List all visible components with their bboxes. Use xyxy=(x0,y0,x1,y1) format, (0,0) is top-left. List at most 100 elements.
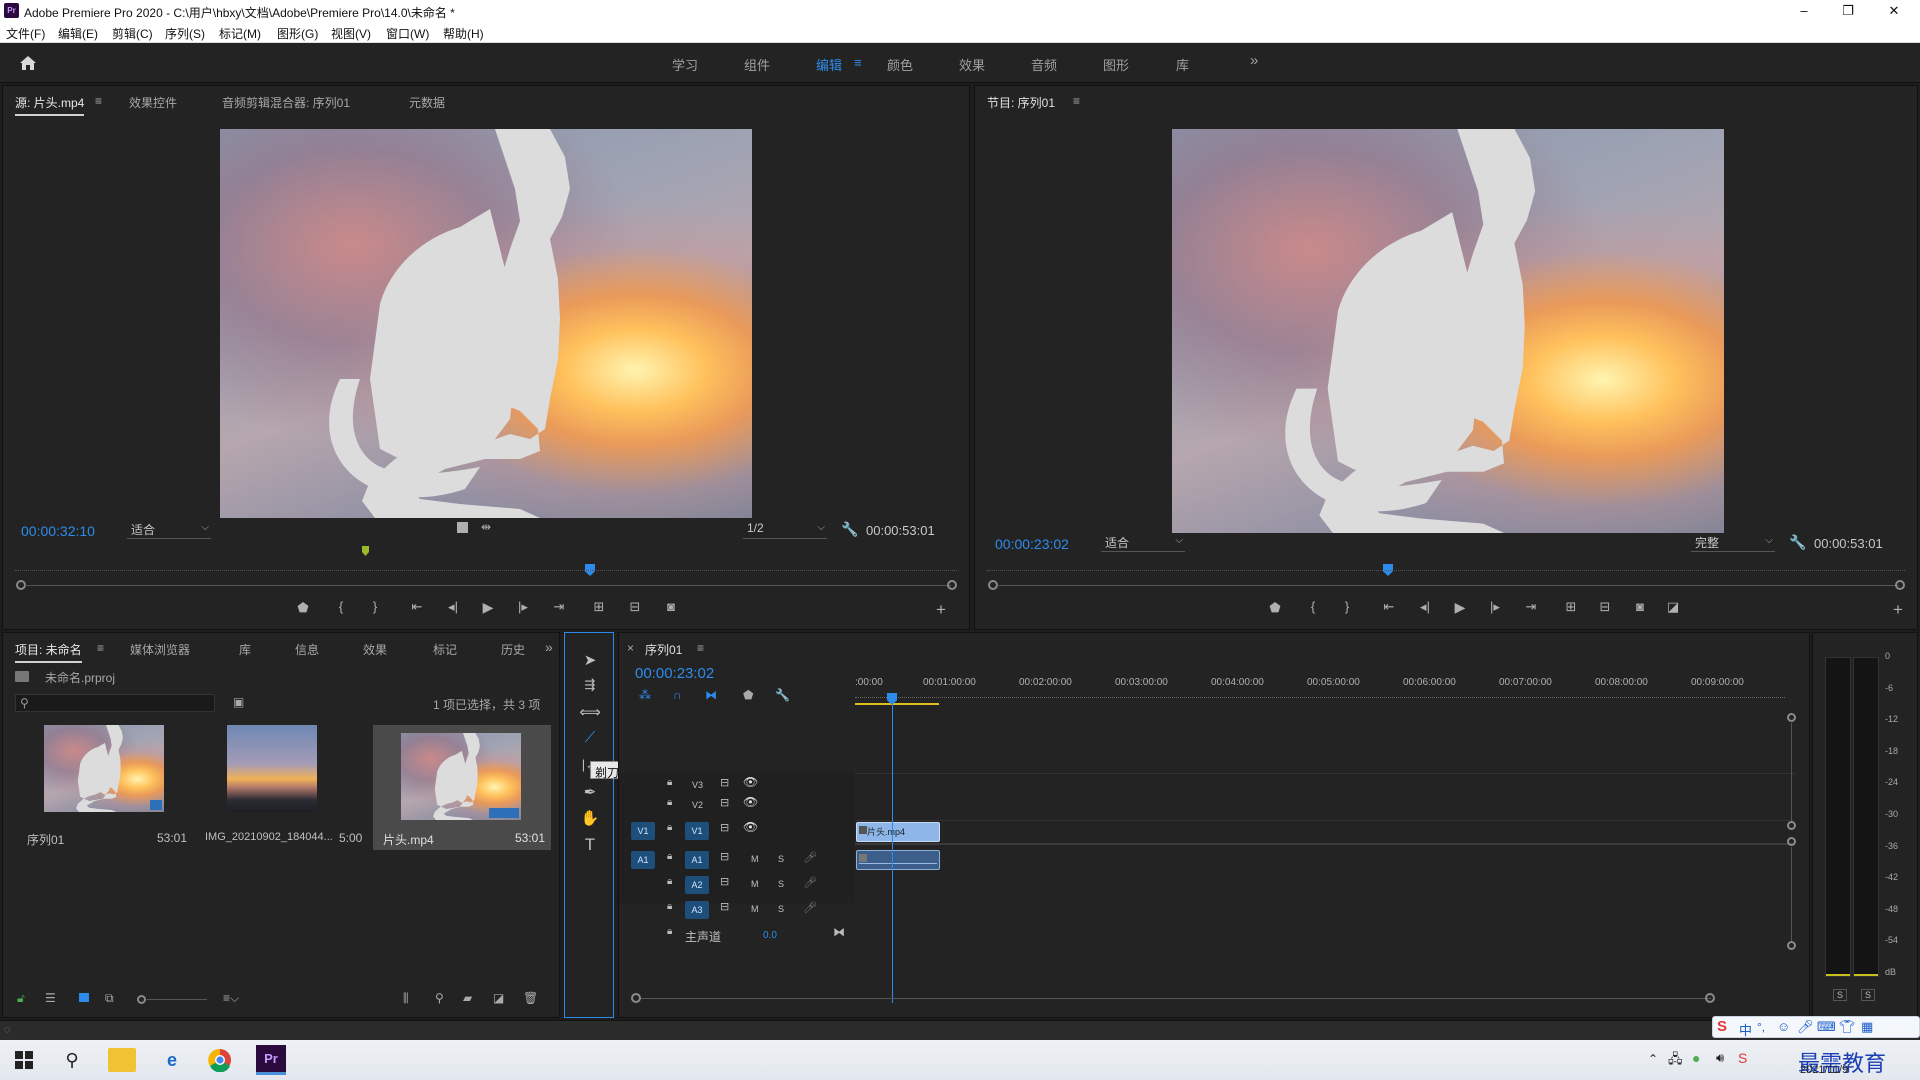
selection-tool-icon[interactable]: ➤ xyxy=(573,651,607,669)
timeline-zoom-handle-right[interactable] xyxy=(1705,993,1715,1003)
source-timecode[interactable]: 00:00:32:10 xyxy=(21,523,95,539)
search-icon[interactable]: ⚲ xyxy=(58,1046,86,1074)
lock-icon[interactable]: 🔒︎ xyxy=(667,851,672,862)
solo-left-button[interactable]: S xyxy=(1833,989,1848,1001)
workspace-audio[interactable]: 音频 xyxy=(1031,55,1057,74)
workspace-color[interactable]: 颜色 xyxy=(887,55,913,74)
source-video-frame[interactable] xyxy=(220,129,752,518)
tab-media-browser[interactable]: 媒体浏览器 xyxy=(130,641,190,658)
play-icon[interactable]: ▶ xyxy=(1450,599,1470,616)
lift-icon[interactable]: ⊞ xyxy=(1561,599,1581,615)
lock-icon[interactable]: 🔒︎ xyxy=(667,926,672,937)
tab-program-menu-icon[interactable]: ≡ xyxy=(1073,94,1080,108)
skin-icon[interactable]: 👕︎ xyxy=(1839,1019,1856,1035)
source-fit-dropdown[interactable]: 适合 ⌵ xyxy=(127,521,211,539)
drag-video-icon[interactable]: ⇹ xyxy=(481,520,491,534)
source-resolution-dropdown[interactable]: 1/2 ⌵ xyxy=(743,521,827,539)
tab-overflow-icon[interactable]: » xyxy=(545,639,553,655)
step-back-icon[interactable]: ◂| xyxy=(1415,599,1435,615)
program-zoom-bar[interactable] xyxy=(997,585,1899,586)
solo-button[interactable]: S xyxy=(778,879,784,889)
workspace-overflow-icon[interactable]: » xyxy=(1250,52,1258,69)
microphone-icon[interactable]: 🎤︎ xyxy=(803,876,817,889)
workspace-menu-icon[interactable]: ≡ xyxy=(854,55,862,70)
linked-selection-icon[interactable]: ⧓ xyxy=(705,688,717,702)
sync-lock-icon[interactable]: ⊟ xyxy=(720,796,729,809)
tab-effect-controls[interactable]: 效果控件 xyxy=(129,94,177,111)
program-zoom-handle-right[interactable] xyxy=(1895,580,1905,590)
sync-lock-icon[interactable]: ⊟ xyxy=(720,875,729,888)
tray-chevron-icon[interactable]: ⌃ xyxy=(1648,1052,1658,1066)
voice-input-icon[interactable]: 🎤︎ xyxy=(1797,1019,1814,1035)
tray-network-icon[interactable]: 🖧︎ xyxy=(1668,1050,1683,1072)
export-frame-icon[interactable]: ◙ xyxy=(1630,599,1650,614)
add-marker-icon[interactable]: ⬟ xyxy=(743,688,753,702)
solo-button[interactable]: S xyxy=(778,904,784,914)
track-target-a1[interactable]: A1 xyxy=(685,851,709,869)
audio-scroll-bar[interactable] xyxy=(1791,847,1792,941)
edge-browser-icon[interactable]: e xyxy=(158,1046,186,1074)
project-item-sequence[interactable]: 序列01 53:01 xyxy=(15,725,195,850)
project-item-clip-selected[interactable]: 片头.mp4 53:01 xyxy=(373,725,551,850)
program-fit-dropdown[interactable]: 适合 ⌵ xyxy=(1101,534,1185,552)
eye-icon[interactable]: 👁︎ xyxy=(743,820,758,834)
timeline-zoom-handle-left[interactable] xyxy=(631,993,641,1003)
menu-graphics[interactable]: 图形(G) xyxy=(277,25,318,42)
mark-out-icon[interactable]: } xyxy=(365,599,385,614)
restore-button[interactable]: ❐ xyxy=(1828,2,1868,20)
track-target-v1[interactable]: V1 xyxy=(685,822,709,840)
mark-in-icon[interactable]: { xyxy=(1303,599,1323,614)
eye-icon[interactable]: 👁︎ xyxy=(743,775,758,789)
nest-icon[interactable]: ⁂ xyxy=(639,688,651,702)
tab-history[interactable]: 历史 xyxy=(501,641,525,658)
thumbnail-size-slider-handle[interactable] xyxy=(137,995,146,1004)
microphone-icon[interactable]: 🎤︎ xyxy=(803,851,817,864)
workspace-learn[interactable]: 学习 xyxy=(672,55,698,74)
workspace-effects[interactable]: 效果 xyxy=(959,55,985,74)
play-icon[interactable]: ▶ xyxy=(478,599,498,616)
audio-scroll-handle-top[interactable] xyxy=(1787,837,1796,846)
menu-edit[interactable]: 编辑(E) xyxy=(58,25,98,42)
audio-clip[interactable] xyxy=(856,850,940,870)
lock-icon[interactable]: 🔒︎ xyxy=(667,822,672,833)
lock-icon[interactable]: 🔒︎ xyxy=(667,797,672,808)
razor-tool-icon[interactable]: ⟋ xyxy=(573,729,607,746)
go-to-out-icon[interactable]: ⇥ xyxy=(1521,599,1541,615)
workspace-graphics[interactable]: 图形 xyxy=(1103,55,1129,74)
program-time-ruler[interactable] xyxy=(987,570,1905,576)
tray-app-icon[interactable]: ● xyxy=(1692,1050,1700,1066)
video-scroll-handle-top[interactable] xyxy=(1787,713,1796,722)
add-marker-icon[interactable]: ⬟ xyxy=(1265,600,1285,616)
automate-to-sequence-icon[interactable]: ⫼ xyxy=(403,991,409,1006)
sync-lock-icon[interactable]: ⊟ xyxy=(720,776,729,789)
button-editor-plus-icon[interactable]: + xyxy=(931,600,951,620)
thumbnail-size-slider[interactable] xyxy=(147,999,207,1000)
icon-view-icon[interactable] xyxy=(79,993,89,1002)
lock-icon[interactable]: 🔒︎ xyxy=(667,901,672,912)
tab-effects[interactable]: 效果 xyxy=(363,641,387,658)
mute-button[interactable]: M xyxy=(751,854,759,864)
windows-start-icon[interactable] xyxy=(10,1046,38,1074)
tab-info[interactable]: 信息 xyxy=(295,641,319,658)
step-forward-icon[interactable]: |▸ xyxy=(513,599,533,615)
file-explorer-icon[interactable] xyxy=(108,1048,136,1072)
tab-project-menu-icon[interactable]: ≡ xyxy=(97,641,104,655)
step-back-icon[interactable]: ◂| xyxy=(443,599,463,615)
video-scroll-handle-bottom[interactable] xyxy=(1787,821,1796,830)
tab-libraries[interactable]: 库 xyxy=(239,641,251,658)
sogou-tray-icon[interactable]: S xyxy=(1738,1050,1747,1066)
go-to-out-icon[interactable]: ⇥ xyxy=(549,599,569,615)
solo-right-button[interactable]: S xyxy=(1861,989,1876,1001)
menu-file[interactable]: 文件(F) xyxy=(6,25,45,42)
source-patch-v1[interactable]: V1 xyxy=(631,822,655,840)
source-zoom-handle-right[interactable] xyxy=(947,580,957,590)
add-marker-icon[interactable]: ⬟ xyxy=(293,600,313,616)
tab-audio-clip-mixer[interactable]: 音频剪辑混合器: 序列01 xyxy=(222,94,350,111)
lock-icon[interactable]: 🔒︎ xyxy=(667,876,672,887)
extract-icon[interactable]: ⊟ xyxy=(1595,599,1615,615)
track-target-a2[interactable]: A2 xyxy=(685,876,709,894)
work-area-bar[interactable] xyxy=(855,703,939,705)
tab-markers[interactable]: 标记 xyxy=(433,641,457,658)
project-search-input[interactable]: ⚲ xyxy=(15,694,215,712)
workspace-assembly[interactable]: 组件 xyxy=(744,55,770,74)
